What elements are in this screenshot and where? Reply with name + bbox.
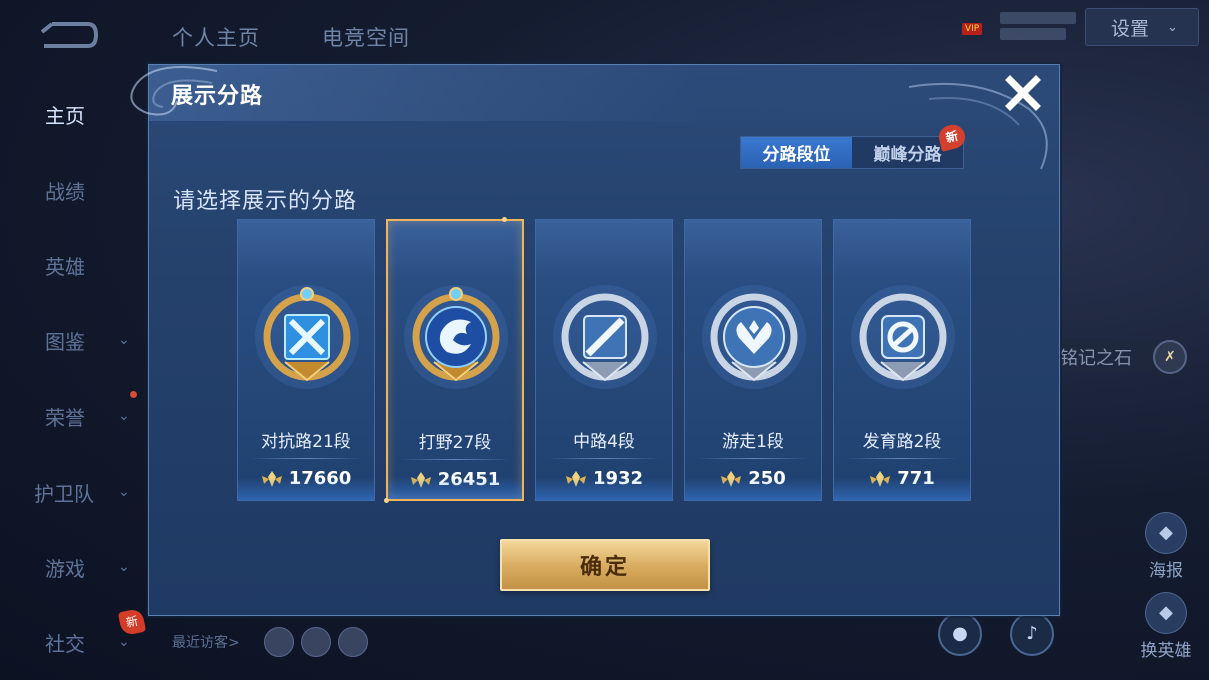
lane-card-top[interactable]: 对抗路21段 17660 <box>237 219 375 501</box>
sidebar-item-label: 护卫队 <box>34 481 94 506</box>
sidebar-item-heroes[interactable]: 英雄 <box>0 245 140 285</box>
card-glow <box>834 478 970 500</box>
chevron-down-icon: ⌄ <box>1167 19 1178 35</box>
swords-icon[interactable]: ✗ <box>1153 340 1187 374</box>
select-lane-prompt: 请选择展示的分路 <box>173 189 358 214</box>
vip-text-line <box>1000 12 1076 24</box>
divider <box>548 458 660 459</box>
lane-rank-label: 游走1段 <box>722 432 784 452</box>
lane-rank-label: 打野27段 <box>418 433 492 453</box>
sidebar-item-record[interactable]: 战绩 <box>0 170 140 210</box>
memory-stone-button[interactable]: 铭记之石 <box>1048 338 1158 372</box>
lane-rank-label: 中路4段 <box>573 432 635 452</box>
sidebar-item-social[interactable]: 社交 ⌄ <box>0 622 140 662</box>
sidebar-item-label: 图鉴 <box>45 329 85 354</box>
card-glow <box>388 477 522 499</box>
avatar[interactable] <box>301 627 331 657</box>
lane-rank-label: 发育路2段 <box>862 432 942 452</box>
tab-esports-space[interactable]: 电竞空间 <box>322 22 410 52</box>
chevron-down-icon: ⌄ <box>118 634 130 650</box>
sidebar-item-label: 游戏 <box>45 556 85 581</box>
lane-rank-label: 对抗路21段 <box>261 432 351 452</box>
chevron-down-icon: ⌄ <box>118 484 130 500</box>
settings-label: 设置 <box>1111 17 1150 40</box>
confirm-label: 确定 <box>579 555 630 580</box>
divider <box>400 459 510 460</box>
lane-card-jungle[interactable]: 打野27段 26451 <box>386 219 524 501</box>
crossed-swords-icon <box>255 285 359 389</box>
chevron-down-icon: ⌄ <box>118 332 130 348</box>
vip-text-line <box>1000 28 1066 40</box>
person-icon[interactable]: ● <box>938 612 982 656</box>
display-lane-dialog: 展示分路 分路段位 巅峰分路 新 请选择展示的分路 对抗路21段 打野27段 中… <box>130 64 1060 616</box>
sidebar-item-home[interactable]: 主页 <box>0 94 140 134</box>
back-arrow-icon[interactable] <box>38 20 100 50</box>
dialog-header <box>149 65 1059 121</box>
lane-card-roam[interactable]: 游走1段 250 <box>684 219 822 501</box>
sidebar-item-game[interactable]: 游戏 ⌄ <box>0 547 140 587</box>
lane-tabs: 分路段位 巅峰分路 <box>740 136 964 169</box>
divider <box>846 458 958 459</box>
selection-corner-dot <box>502 217 507 222</box>
chevron-down-icon: ⌄ <box>118 408 130 424</box>
divider <box>697 458 809 459</box>
card-glow <box>536 478 672 500</box>
selection-corner-dot <box>384 498 389 503</box>
tab-personal-home[interactable]: 个人主页 <box>172 22 260 52</box>
memory-stone-label: 铭记之石 <box>1060 348 1132 369</box>
sidebar-item-label: 社交 <box>45 631 85 656</box>
recent-visitors-link[interactable]: 最近访客> <box>172 632 240 652</box>
tab-lane-rank[interactable]: 分路段位 <box>741 137 852 168</box>
notification-dot <box>130 391 137 398</box>
douyin-icon[interactable]: ♪ <box>1010 612 1054 656</box>
vip-info[interactable]: VIP <box>960 8 1080 44</box>
card-glow <box>238 478 374 500</box>
wings-icon <box>702 285 806 389</box>
chevron-down-icon: ⌄ <box>118 559 130 575</box>
sidebar-item-honor[interactable]: 荣誉 ⌄ <box>0 396 140 436</box>
sidebar-item-label: 战绩 <box>45 179 85 204</box>
sidebar-item-collection[interactable]: 图鉴 ⌄ <box>0 320 140 360</box>
sidebar-item-label: 英雄 <box>45 254 85 279</box>
swap-hero-label: 换英雄 <box>1140 641 1192 661</box>
dragon-icon <box>404 285 508 389</box>
lane-card-mid[interactable]: 中路4段 1932 <box>535 219 673 501</box>
confirm-button[interactable]: 确定 <box>500 539 710 591</box>
settings-button[interactable]: 设置 ⌄ <box>1085 8 1199 46</box>
vip-badge: VIP <box>962 23 983 35</box>
close-icon[interactable] <box>1001 71 1045 115</box>
arrow-circle-icon <box>851 285 955 389</box>
sidebar-item-label: 主页 <box>45 103 85 128</box>
poster-button[interactable]: ◆ 海报 <box>1136 512 1196 581</box>
swap-hero-icon: ◆ <box>1145 592 1187 634</box>
poster-icon: ◆ <box>1145 512 1187 554</box>
dialog-title: 展示分路 <box>171 84 264 109</box>
divider <box>250 458 362 459</box>
swap-hero-button[interactable]: ◆ 换英雄 <box>1136 592 1196 661</box>
sidebar-item-guard-team[interactable]: 护卫队 ⌄ <box>0 472 140 512</box>
sidebar-item-label: 荣誉 <box>45 405 85 430</box>
card-glow <box>685 478 821 500</box>
lane-card-farm[interactable]: 发育路2段 771 <box>833 219 971 501</box>
poster-label: 海报 <box>1149 561 1183 581</box>
avatar[interactable] <box>338 627 368 657</box>
slash-icon <box>553 285 657 389</box>
avatar[interactable] <box>264 627 294 657</box>
